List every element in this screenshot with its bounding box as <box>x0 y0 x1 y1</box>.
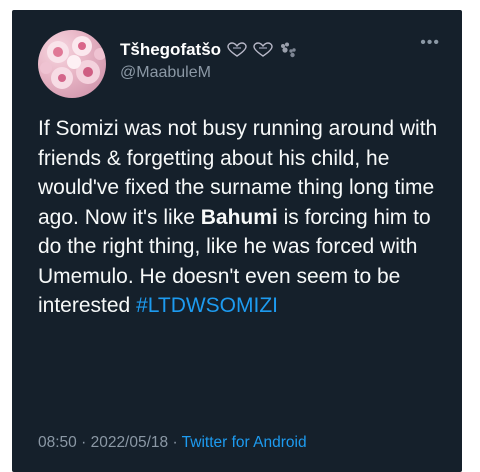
more-options-icon[interactable]: ••• <box>420 34 440 52</box>
heart-ribbon-icon <box>227 42 247 58</box>
tweet-time[interactable]: 08:50 <box>38 434 77 451</box>
hashtag-link[interactable]: #LTDWSOMIZI <box>136 294 278 317</box>
name-row: Tšhegofatšo <box>120 40 297 60</box>
heart-ribbon-icon <box>253 42 273 58</box>
tweet-date[interactable]: 2022/05/18 <box>91 434 169 451</box>
tweet-card: Tšhegofatšo @MaabuleM ••• If Somizi was … <box>12 10 462 472</box>
tweet-text: If Somizi was not busy running around wi… <box>38 114 448 321</box>
avatar[interactable] <box>38 30 106 98</box>
tweet-source-link[interactable]: Twitter for Android <box>182 434 307 451</box>
meta-separator: · <box>168 434 182 451</box>
paw-prints-icon <box>279 42 297 58</box>
bold-mention: Bahumi <box>200 205 278 229</box>
user-handle[interactable]: @MaabuleM <box>120 64 211 82</box>
tweet-meta: 08:50 · 2022/05/18 · Twitter for Android <box>38 434 307 452</box>
meta-separator: · <box>76 434 91 451</box>
display-name[interactable]: Tšhegofatšo <box>120 40 221 60</box>
